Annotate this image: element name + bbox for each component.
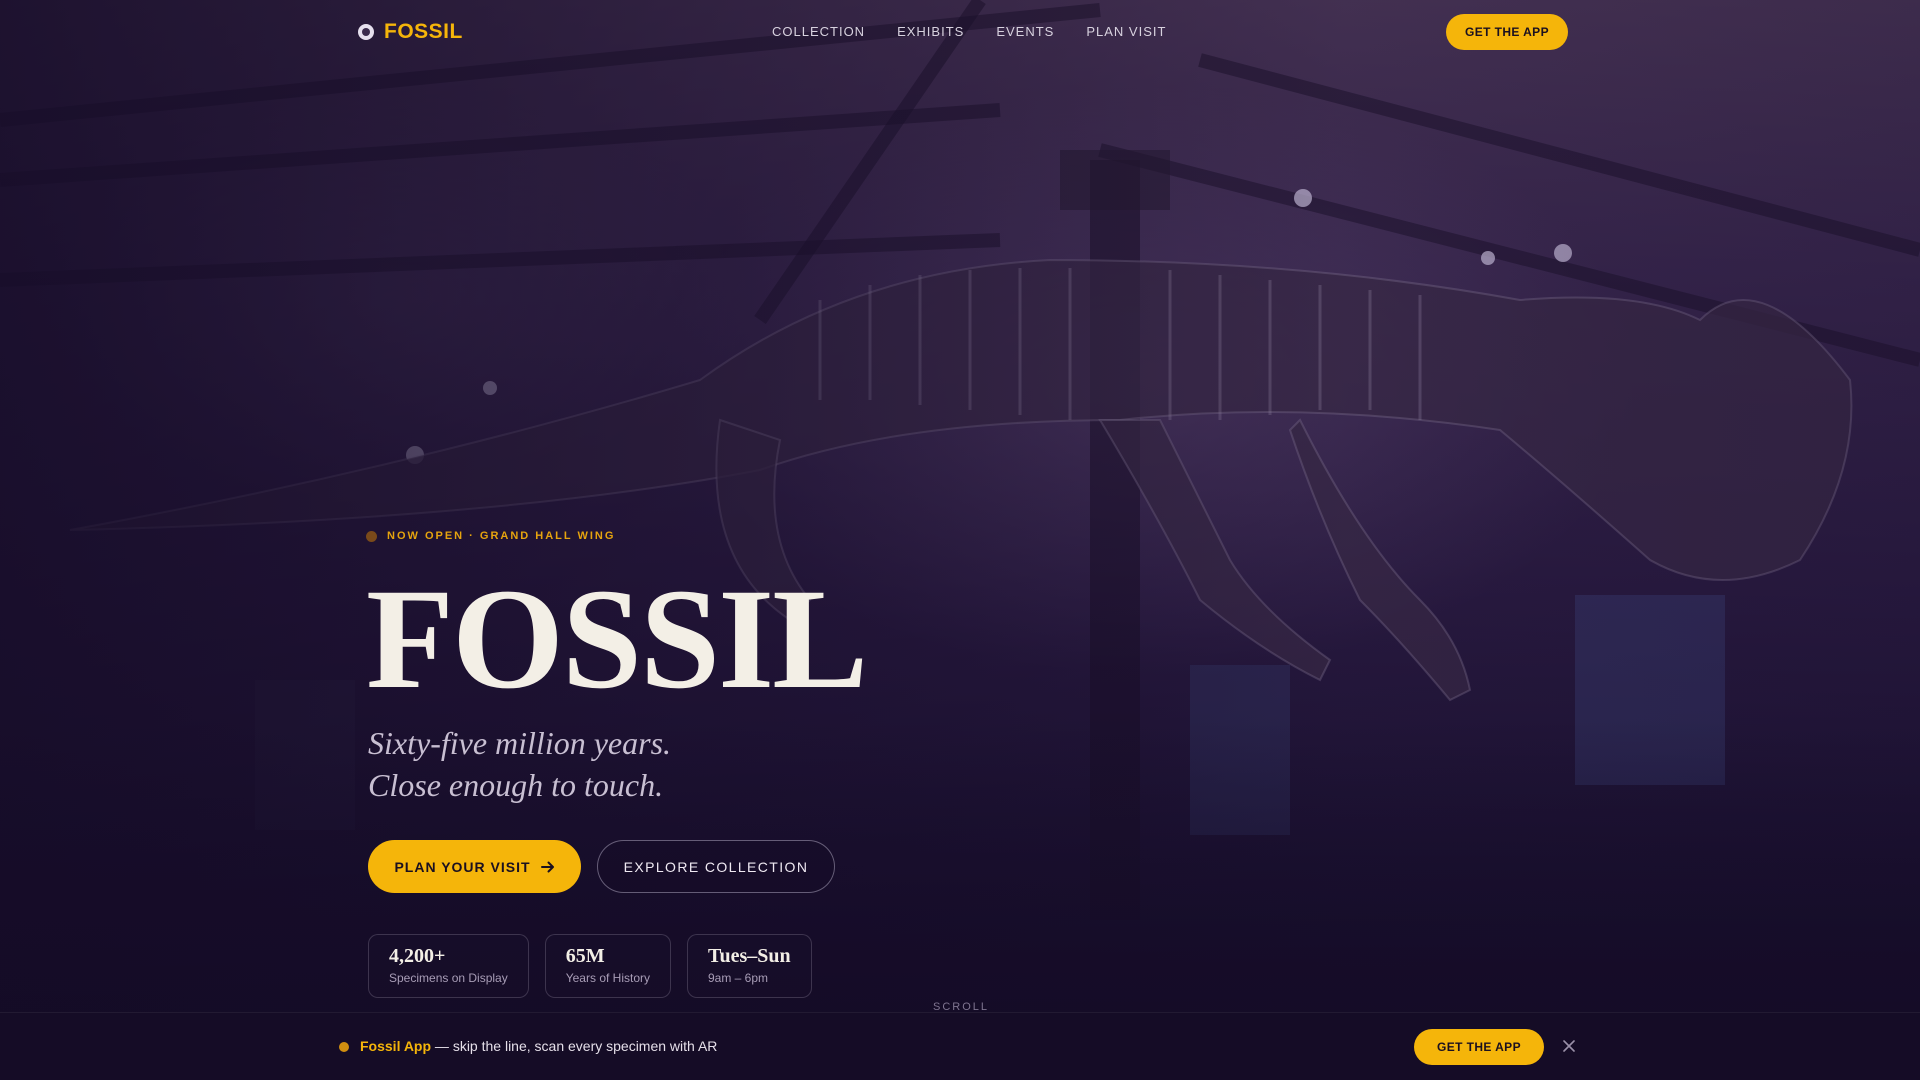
explore-collection-button[interactable]: EXPLORE COLLECTION — [597, 840, 835, 893]
banner-text: — skip the line, scan every specimen wit… — [431, 1038, 718, 1054]
stat-value: 4,200+ — [389, 945, 446, 967]
banner-app-name: Fossil App — [360, 1038, 432, 1054]
eyebrow: NOW OPEN · GRAND HALL WING — [366, 530, 615, 542]
banner-get-app-button[interactable]: GET THE APP — [1414, 1029, 1544, 1065]
nav-links: COLLECTION EXHIBITS EVENTS PLAN VISIT — [772, 24, 1166, 39]
stats-row: 4,200+ Specimens on Display 65M Years of… — [368, 934, 812, 998]
logo[interactable]: FOSSIL — [358, 20, 463, 44]
stat-card-specimens: 4,200+ Specimens on Display — [368, 934, 529, 998]
plan-visit-button[interactable]: PLAN YOUR VISIT — [368, 840, 581, 893]
nav-link-exhibits[interactable]: EXHIBITS — [897, 24, 964, 39]
get-app-button[interactable]: GET THE APP — [1446, 14, 1568, 50]
hero-background — [0, 0, 1920, 1080]
nav-link-events[interactable]: EVENTS — [996, 24, 1054, 39]
stat-label: 9am – 6pm — [708, 971, 769, 985]
stat-card-years: 65M Years of History — [544, 934, 671, 998]
tagline-line-1: Sixty-five million years. — [368, 725, 672, 761]
close-icon[interactable] — [1558, 1035, 1580, 1057]
stat-label: Years of History — [565, 971, 650, 985]
logo-icon — [358, 24, 374, 40]
stat-value: Tues–Sun — [708, 945, 791, 967]
status-dot-icon — [366, 530, 377, 542]
app-banner: Fossil App — skip the line, scan every s… — [0, 1012, 1920, 1080]
arrow-right-icon — [540, 861, 554, 872]
top-nav: FOSSIL COLLECTION EXHIBITS EVENTS PLAN V… — [0, 0, 1920, 64]
plan-visit-label: PLAN YOUR VISIT — [394, 858, 531, 875]
stat-label: Specimens on Display — [389, 971, 508, 985]
stat-value: 65M — [565, 945, 605, 967]
nav-link-collection[interactable]: COLLECTION — [772, 24, 865, 39]
banner-dot-icon — [339, 1042, 349, 1052]
banner-message: Fossil App — skip the line, scan every s… — [360, 1038, 717, 1054]
hero-tagline: Sixty-five million years. Close enough t… — [368, 722, 671, 806]
logo-text: FOSSIL — [384, 20, 463, 43]
stat-card-hours: Tues–Sun 9am – 6pm — [687, 934, 812, 998]
eyebrow-text: NOW OPEN · GRAND HALL WING — [387, 530, 616, 542]
hero-title: FOSSIL — [366, 560, 868, 719]
nav-link-plan-visit[interactable]: PLAN VISIT — [1086, 24, 1166, 39]
tagline-line-2: Close enough to touch. — [368, 767, 664, 803]
